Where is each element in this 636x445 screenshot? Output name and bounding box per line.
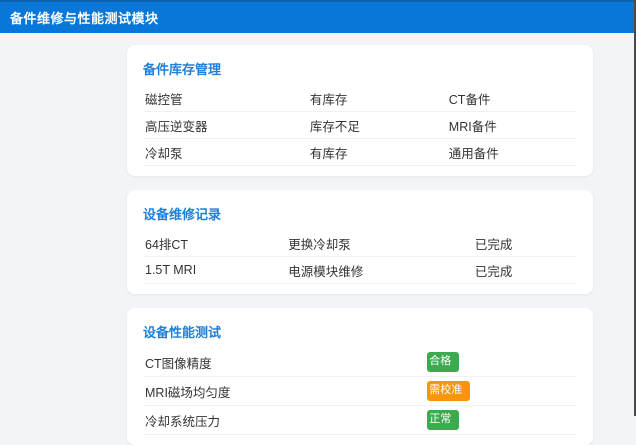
maintenance-row: 64排CT 更换冷却泵 已完成 (143, 230, 577, 257)
performance-row: 冷却系统压力 正常 (143, 406, 577, 435)
performance-row: CT图像精度 合格 (143, 348, 577, 377)
test-name: CT图像精度 (145, 356, 212, 371)
device-name: 64排CT (145, 237, 189, 252)
stock-status: 有库存 (309, 146, 348, 161)
card-maintenance-title: 设备维修记录 (143, 207, 222, 222)
page-title: 备件维修与性能测试模块 (10, 11, 159, 26)
status-badge: 需校准 (427, 381, 471, 401)
part-name: 磁控管 (145, 92, 183, 107)
inventory-row: 磁控管 有库存 CT备件 (143, 85, 577, 112)
card-inventory: 备件库存管理 磁控管 有库存 CT备件 高压逆变器 库存不足 MRI备件 冷却泵… (127, 45, 593, 176)
device-name: 1.5T MRI (145, 263, 197, 277)
card-performance: 设备性能测试 CT图像精度 合格 MRI磁场均匀度 需校准 冷却系统压力 正常 (127, 308, 593, 445)
card-inventory-title: 备件库存管理 (143, 62, 222, 77)
task-status: 已完成 (474, 264, 513, 279)
part-category: CT备件 (448, 92, 491, 107)
task-status: 已完成 (474, 237, 513, 252)
inventory-row: 冷却泵 有库存 通用备件 (143, 139, 577, 166)
card-performance-title: 设备性能测试 (143, 325, 222, 340)
part-category: MRI备件 (448, 119, 497, 134)
status-badge: 合格 (427, 352, 460, 372)
part-name: 高压逆变器 (145, 119, 208, 134)
maintenance-task: 更换冷却泵 (288, 237, 351, 252)
part-category: 通用备件 (448, 146, 499, 161)
maintenance-task: 电源模块维修 (288, 264, 364, 279)
maintenance-row: 1.5T MRI 电源模块维修 已完成 (143, 257, 577, 284)
inventory-row: 高压逆变器 库存不足 MRI备件 (143, 112, 577, 139)
app-header: 备件维修与性能测试模块 (0, 0, 634, 33)
stock-status: 有库存 (309, 92, 348, 107)
performance-row: MRI磁场均匀度 需校准 (143, 377, 577, 406)
part-name: 冷却泵 (145, 146, 183, 161)
card-maintenance: 设备维修记录 64排CT 更换冷却泵 已完成 1.5T MRI 电源模块维修 已… (127, 190, 593, 294)
status-badge: 正常 (427, 410, 460, 430)
main-content: 备件库存管理 磁控管 有库存 CT备件 高压逆变器 库存不足 MRI备件 冷却泵… (127, 45, 593, 445)
test-name: MRI磁场均匀度 (145, 385, 231, 400)
stock-status: 库存不足 (309, 119, 360, 134)
test-name: 冷却系统压力 (145, 414, 221, 429)
